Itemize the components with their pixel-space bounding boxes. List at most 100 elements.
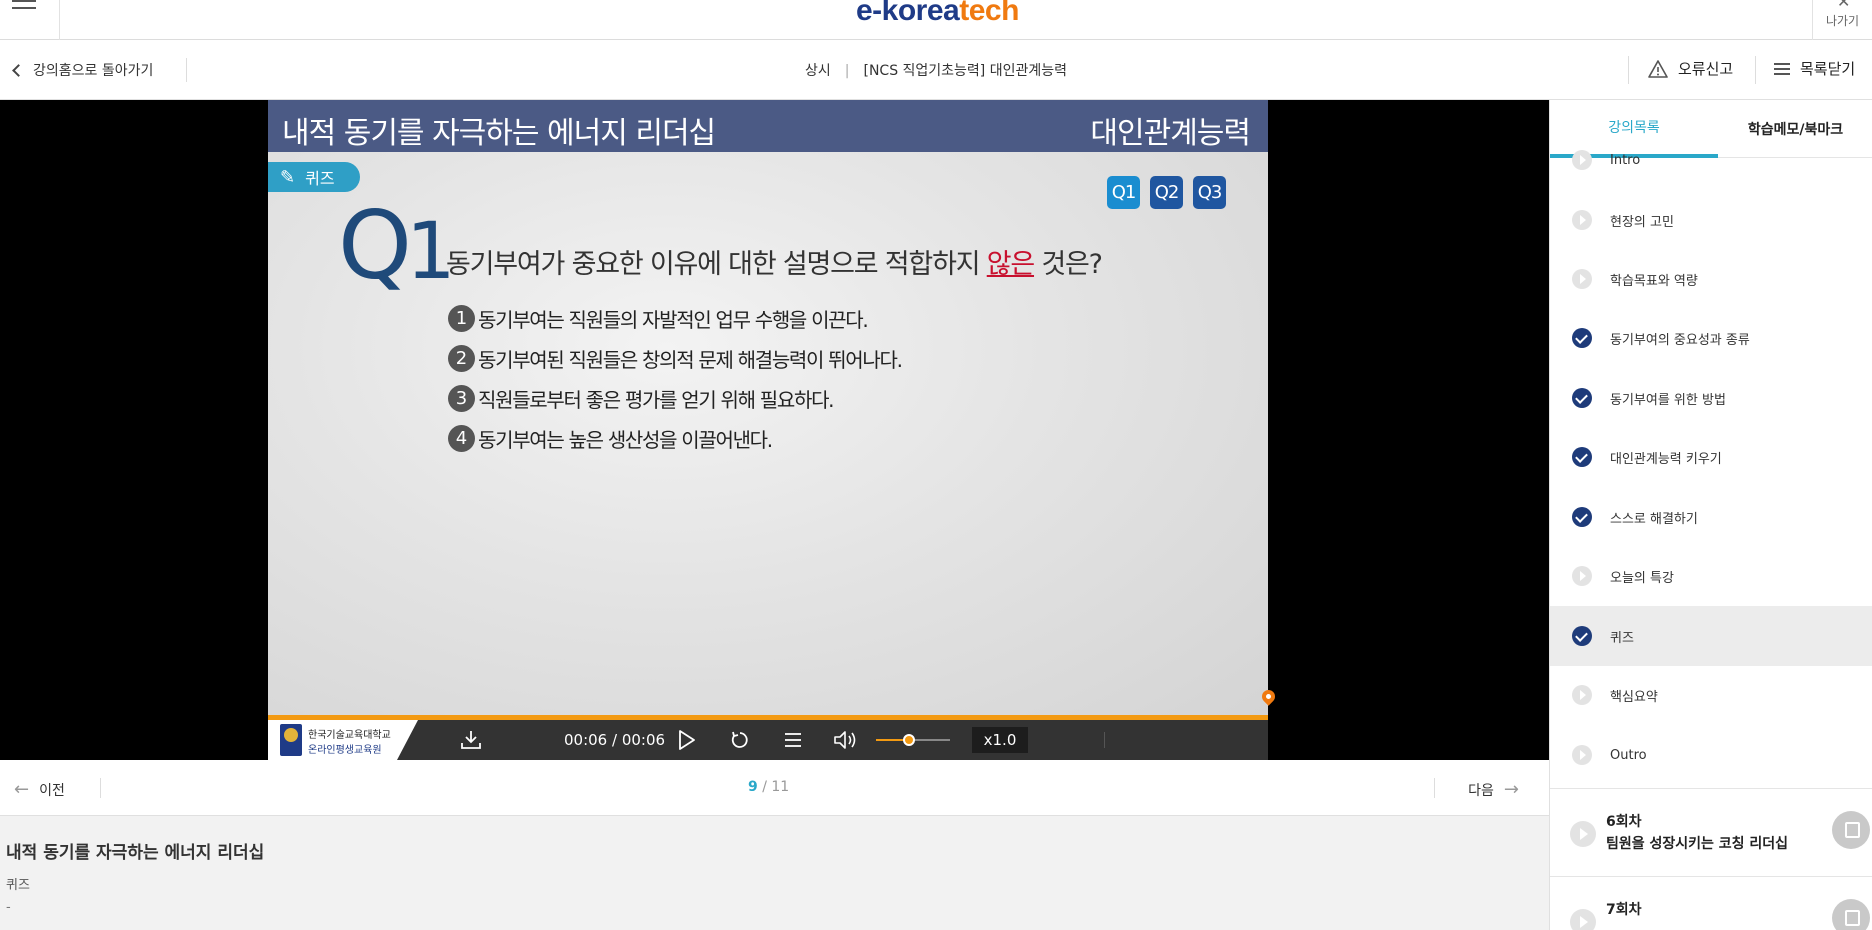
lecture-item[interactable]: 대인관계능력 키우기 xyxy=(1550,427,1872,487)
slide-title: 내적 동기를 자극하는 에너지 리더십 xyxy=(282,116,716,151)
playback-speed-button[interactable]: x1.0 xyxy=(972,727,1028,753)
session-item[interactable]: 6회차 팀원을 성장시키는 코칭 리더십 xyxy=(1550,788,1872,876)
lecture-item[interactable]: 핵심요약 xyxy=(1550,665,1872,725)
close-list-button[interactable]: 목록닫기 xyxy=(1774,58,1855,79)
play-circle-icon xyxy=(1572,745,1592,765)
error-report-button[interactable]: 오류신고 xyxy=(1648,58,1733,79)
play-icon[interactable] xyxy=(678,730,696,750)
check-circle-icon xyxy=(1572,388,1592,408)
check-circle-icon xyxy=(1572,447,1592,467)
page-navigation: ← 이전 9 / 11 다음 → xyxy=(0,760,1549,816)
arrow-right-icon: → xyxy=(1503,779,1519,800)
page-counter: 9 / 11 xyxy=(748,779,789,795)
warning-icon xyxy=(1648,59,1668,78)
check-circle-icon xyxy=(1572,626,1592,646)
quiz-badge: ✎ 퀴즈 xyxy=(268,162,360,192)
question-tab-q1[interactable]: Q1 xyxy=(1107,176,1140,209)
option-text: 동기부여는 직원들의 자발적인 업무 수행을 이끈다. xyxy=(478,307,869,332)
play-circle-icon xyxy=(1572,269,1592,289)
list-icon xyxy=(1774,62,1790,75)
lecture-item-intro[interactable]: Intro xyxy=(1550,130,1872,190)
memo-edit-icon[interactable] xyxy=(1832,811,1870,849)
question-tab-q2[interactable]: Q2 xyxy=(1150,176,1183,209)
close-list-label: 목록닫기 xyxy=(1800,60,1856,78)
slide-header: 내적 동기를 자극하는 에너지 리더십 대인관계능력 xyxy=(268,100,1268,152)
previous-button[interactable]: ← 이전 xyxy=(14,779,65,800)
answer-option-3[interactable]: 3 직원들로부터 좋은 평가를 얻기 위해 필요하다. xyxy=(448,378,902,418)
volume-icon[interactable] xyxy=(834,730,858,750)
exit-button[interactable]: ✕ 나가기 xyxy=(1812,0,1872,40)
next-label: 다음 xyxy=(1468,782,1494,799)
memo-edit-icon[interactable] xyxy=(1832,899,1870,930)
next-button[interactable]: 다음 → xyxy=(1468,779,1519,800)
lecture-item[interactable]: 학습목표와 역량 xyxy=(1550,249,1872,309)
logo-accent-text: tech xyxy=(959,0,1019,27)
download-icon[interactable] xyxy=(460,730,482,750)
lecture-item[interactable]: 오늘의 특강 xyxy=(1550,546,1872,606)
lesson-info: 내적 동기를 자극하는 에너지 리더십 퀴즈 - xyxy=(0,816,1549,930)
question-letter: Q xyxy=(338,192,412,301)
option-text: 동기부여된 직원들은 창의적 문제 해결능력이 뛰어나다. xyxy=(478,347,903,372)
lecture-item-current[interactable]: 퀴즈 xyxy=(1550,606,1872,666)
question-number: Q1 xyxy=(338,200,456,297)
play-circle-icon xyxy=(1572,150,1592,170)
answer-option-4[interactable]: 4 동기부여는 높은 생산성을 이끌어낸다. xyxy=(448,418,902,458)
session-item[interactable]: 7회차 xyxy=(1550,876,1872,930)
question-digit: 1 xyxy=(406,207,456,297)
site-logo[interactable]: e-koreatech xyxy=(856,0,1019,28)
option-text: 동기부여는 높은 생산성을 이끌어낸다. xyxy=(478,427,773,452)
lecture-sidebar: 강의목록 학습메모/북마크 Intro 현장의 고민 학습목표와 역량 동기부여… xyxy=(1549,100,1872,930)
volume-slider-handle[interactable] xyxy=(903,734,916,746)
error-report-label: 오류신고 xyxy=(1678,60,1734,78)
divider xyxy=(1434,778,1435,798)
question-text-part: 것은? xyxy=(1034,249,1103,280)
question-tab-q3[interactable]: Q3 xyxy=(1193,176,1226,209)
lecture-item-label: 스스로 해결하기 xyxy=(1610,511,1698,527)
session-number: 6회차 xyxy=(1606,814,1642,830)
lecture-item[interactable]: 스스로 해결하기 xyxy=(1550,487,1872,547)
course-name: [NCS 직업기초능력] 대인관계능력 xyxy=(863,63,1068,79)
lecture-item[interactable]: 동기부여를 위한 방법 xyxy=(1550,368,1872,428)
divider xyxy=(1104,732,1105,748)
lecture-item-label: Outro xyxy=(1610,747,1647,763)
answer-options: 1 동기부여는 직원들의 자발적인 업무 수행을 이끈다. 2 동기부여된 직원… xyxy=(448,298,903,458)
total-pages: 11 xyxy=(771,779,790,795)
session-name: 팀원을 성장시키는 코칭 리더십 xyxy=(1606,836,1789,852)
lecture-slide: 내적 동기를 자극하는 에너지 리더십 대인관계능력 ✎ 퀴즈 Q1 Q2 Q3… xyxy=(268,100,1268,720)
back-label: 강의홈으로 돌아가기 xyxy=(33,63,154,79)
answer-option-1[interactable]: 1 동기부여는 직원들의 자발적인 업무 수행을 이끈다. xyxy=(448,298,902,338)
divider xyxy=(1755,56,1756,84)
playlist-icon[interactable] xyxy=(784,730,802,750)
lecture-item-label: 퀴즈 xyxy=(1610,630,1634,646)
back-to-course-home-link[interactable]: 강의홈으로 돌아가기 xyxy=(12,60,154,80)
menu-button[interactable] xyxy=(0,0,60,40)
video-player[interactable]: 내적 동기를 자극하는 에너지 리더십 대인관계능력 ✎ 퀴즈 Q1 Q2 Q3… xyxy=(0,100,1549,760)
divider xyxy=(186,58,187,82)
course-header: 강의홈으로 돌아가기 상시 | [NCS 직업기초능력] 대인관계능력 오류신고 목… xyxy=(0,40,1872,100)
exit-label: 나가기 xyxy=(1825,14,1860,28)
lecture-item-label: 핵심요약 xyxy=(1610,689,1658,705)
current-page: 9 xyxy=(748,779,758,795)
institution-logo: 한국기술교육대학교 온라인평생교육원 xyxy=(268,720,418,760)
player-controls: 한국기술교육대학교 온라인평생교육원 00:06 / 00:06 x1.0 xyxy=(268,720,1268,760)
lecture-item-label: 학습목표와 역량 xyxy=(1610,273,1698,289)
slide-category: 대인관계능력 xyxy=(1090,116,1251,151)
lecture-item[interactable]: 현장의 고민 xyxy=(1550,190,1872,250)
answer-option-2[interactable]: 2 동기부여된 직원들은 창의적 문제 해결능력이 뛰어나다. xyxy=(448,338,903,378)
question-emphasis: 않은 xyxy=(986,249,1035,280)
previous-label: 이전 xyxy=(39,782,65,799)
chevron-left-icon xyxy=(12,63,25,77)
page-separator: / xyxy=(757,779,772,795)
lecture-item-label: 현장의 고민 xyxy=(1610,214,1674,230)
replay-icon[interactable] xyxy=(730,730,750,750)
course-title: 상시 | [NCS 직업기초능력] 대인관계능력 xyxy=(805,60,1067,80)
logo-text: e-korea xyxy=(856,0,960,27)
lecture-item-label: 오늘의 특강 xyxy=(1610,570,1674,586)
lecture-item[interactable]: 동기부여의 중요성과 종류 xyxy=(1550,308,1872,368)
option-number: 1 xyxy=(448,304,475,332)
arrow-left-icon: ← xyxy=(14,779,30,800)
play-circle-icon xyxy=(1570,821,1596,847)
close-icon: ✕ xyxy=(1837,0,1851,11)
lecture-item[interactable]: Outro xyxy=(1550,725,1872,785)
divider xyxy=(1628,56,1629,84)
